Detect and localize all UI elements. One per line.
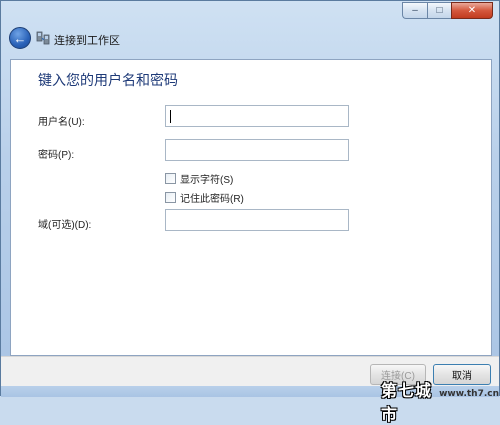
minimize-button[interactable]: ‒ <box>402 2 427 19</box>
domain-label: 域(可选)(D): <box>38 220 92 231</box>
password-input[interactable] <box>165 139 349 161</box>
remember-password-row[interactable]: 记住此密码(R) <box>165 190 244 205</box>
maximize-button[interactable]: □ <box>427 2 451 19</box>
caption-buttons: ‒ □ ✕ <box>402 2 493 19</box>
password-label: 密码(P): <box>38 150 75 161</box>
back-button[interactable]: ← <box>9 27 31 49</box>
page-heading: 键入您的用户名和密码 <box>38 72 178 88</box>
domain-input[interactable] <box>165 209 349 231</box>
watermark: 第七城市 www.th7.cn <box>381 377 499 425</box>
username-input[interactable] <box>165 105 349 127</box>
show-chars-checkbox[interactable] <box>165 173 176 184</box>
username-label: 用户名(U): <box>38 117 85 128</box>
remember-password-label: 记住此密码(R) <box>180 194 244 205</box>
dialog-window: ‒ □ ✕ ← 连接到工作区 键入您的用户名和密码 用户名(U): 密码(P):… <box>0 0 500 424</box>
show-chars-label: 显示字符(S) <box>180 175 234 186</box>
show-chars-row[interactable]: 显示字符(S) <box>165 171 233 186</box>
network-icon <box>36 31 50 45</box>
close-button[interactable]: ✕ <box>451 2 493 19</box>
text-caret <box>170 110 171 123</box>
navigation-bar: ← 连接到工作区 <box>1 21 499 57</box>
window-title: 连接到工作区 <box>54 35 120 47</box>
remember-password-checkbox[interactable] <box>165 192 176 203</box>
watermark-url: www.th7.cn <box>439 389 499 399</box>
content-panel: 键入您的用户名和密码 用户名(U): 密码(P): 显示字符(S) 记住此密码(… <box>10 59 492 356</box>
back-arrow-icon: ← <box>13 30 27 46</box>
watermark-logo: 第七城市 <box>381 381 433 424</box>
